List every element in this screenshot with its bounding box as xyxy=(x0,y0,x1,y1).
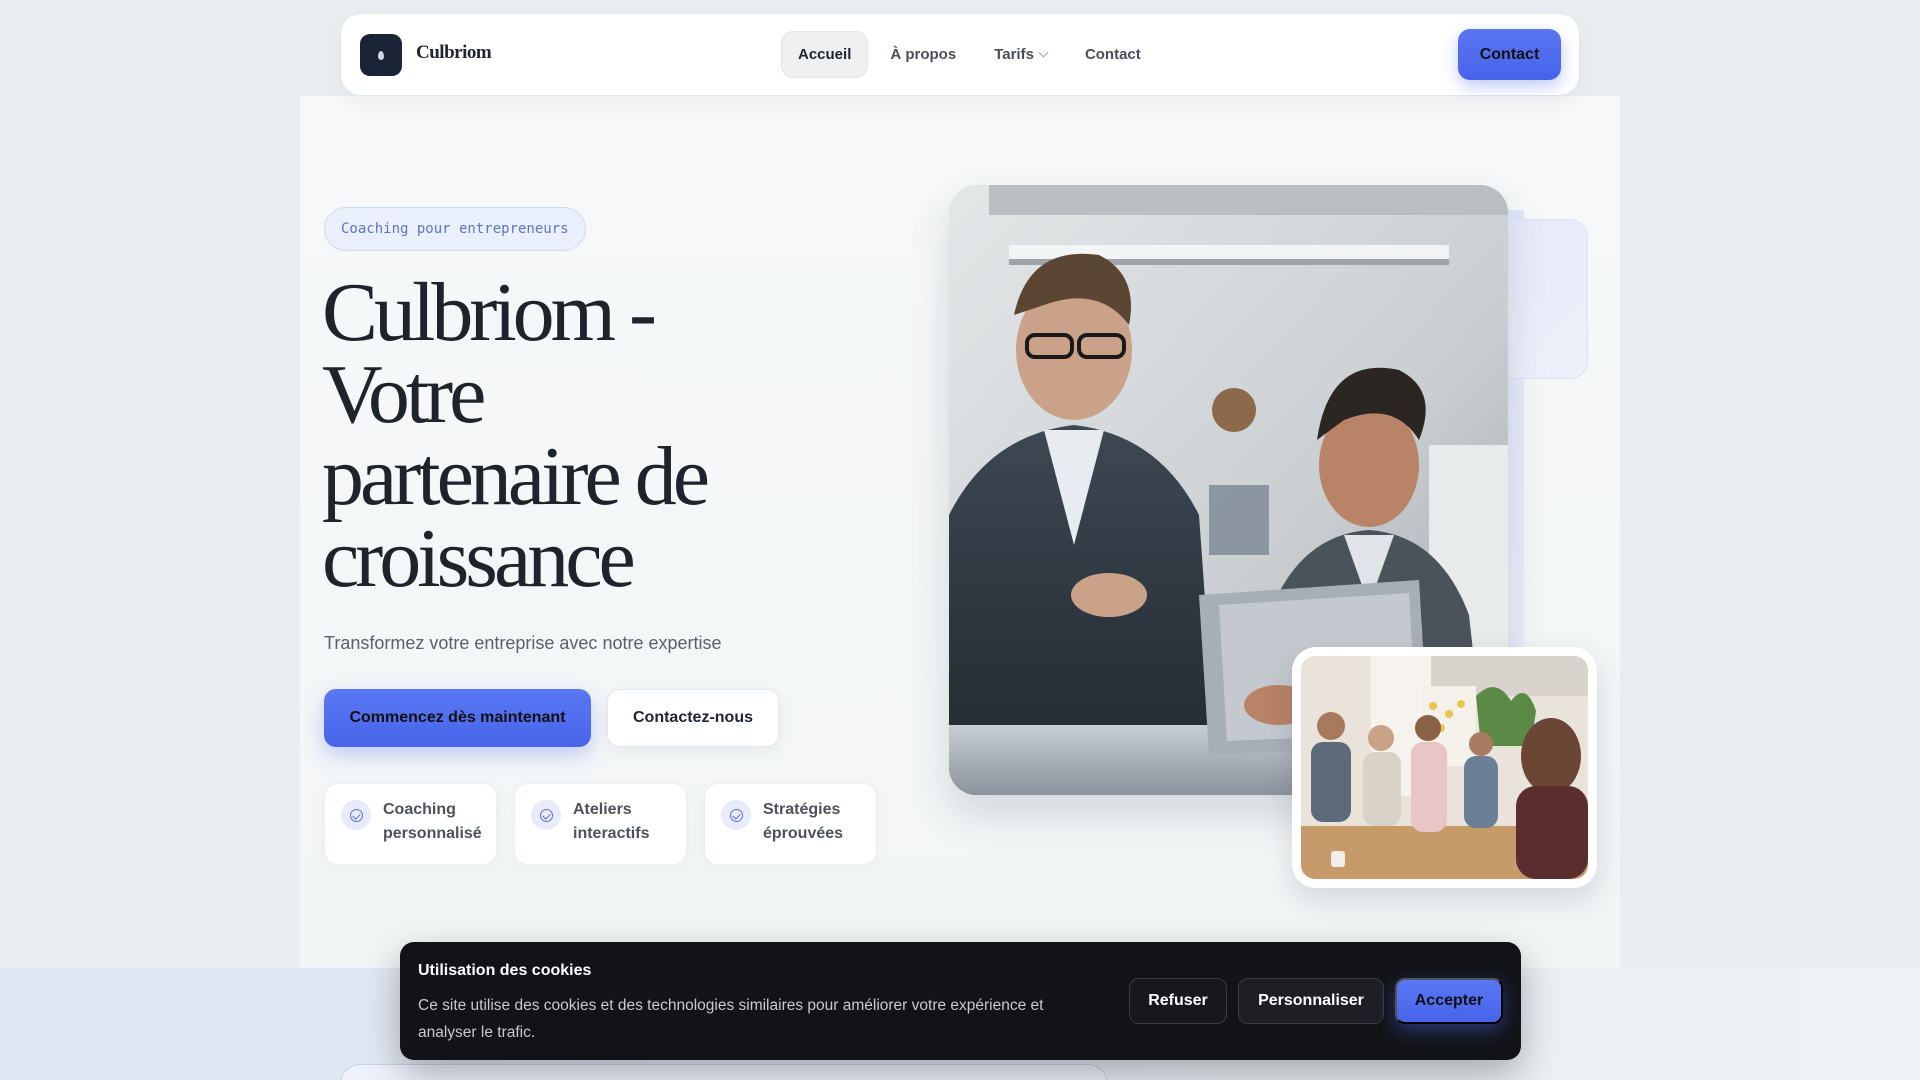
feature-label: Coaching personnalisé xyxy=(383,801,482,842)
feature-card: Ateliers interactifs xyxy=(514,783,687,865)
contact-us-button[interactable]: Contactez-nous xyxy=(607,689,779,747)
workshop-photo xyxy=(1292,647,1597,888)
hero-subtitle: Transformez votre entreprise avec notre … xyxy=(324,633,722,653)
feature-label: Ateliers interactifs xyxy=(573,801,650,842)
feature-card: Coaching personnalisé xyxy=(324,783,497,865)
hero-title: Culbriom - Votre partenaire de croissanc… xyxy=(322,266,710,605)
next-section-badge xyxy=(340,1064,1108,1080)
feature-list: Coaching personnalisé Ateliers interacti… xyxy=(324,783,877,865)
nav-link-contact[interactable]: Contact xyxy=(1069,31,1157,78)
nav-link-accueil[interactable]: Accueil xyxy=(781,31,869,78)
logo-icon[interactable] xyxy=(360,34,402,76)
chevron-down-icon xyxy=(1038,47,1049,58)
contact-button[interactable]: Contact xyxy=(1458,29,1561,80)
hero-badge: Coaching pour entrepreneurs xyxy=(324,207,586,251)
workshop-photo-illustration xyxy=(1301,656,1588,879)
accept-cookies-button[interactable]: Accepter xyxy=(1395,978,1503,1024)
get-started-button[interactable]: Commencez dès maintenant xyxy=(324,689,591,747)
cookie-actions: Refuser Personnaliser Accepter xyxy=(1129,978,1503,1024)
nav-links: Accueil À propos Tarifs Contact xyxy=(781,31,1157,78)
customize-cookies-button[interactable]: Personnaliser xyxy=(1238,978,1384,1024)
feature-label: Stratégies éprouvées xyxy=(763,801,844,842)
nav-link-tarifs-label: Tarifs xyxy=(994,46,1034,63)
cookie-banner: Utilisation des cookies Ce site utilise … xyxy=(400,942,1521,1060)
feature-card: Stratégies éprouvées xyxy=(704,783,877,865)
cookie-text: Ce site utilise des cookies et des techn… xyxy=(418,997,1044,1041)
brand-name[interactable]: Culbriom xyxy=(416,42,492,64)
cookie-title: Utilisation des cookies xyxy=(418,962,592,979)
nav-link-a-propos[interactable]: À propos xyxy=(874,31,972,78)
navbar: Culbriom Accueil À propos Tarifs Contact… xyxy=(341,14,1579,95)
refuse-cookies-button[interactable]: Refuser xyxy=(1129,978,1227,1024)
check-circle-icon xyxy=(341,800,371,830)
check-circle-icon xyxy=(531,800,561,830)
nav-link-tarifs[interactable]: Tarifs xyxy=(978,31,1063,78)
check-circle-icon xyxy=(721,800,751,830)
